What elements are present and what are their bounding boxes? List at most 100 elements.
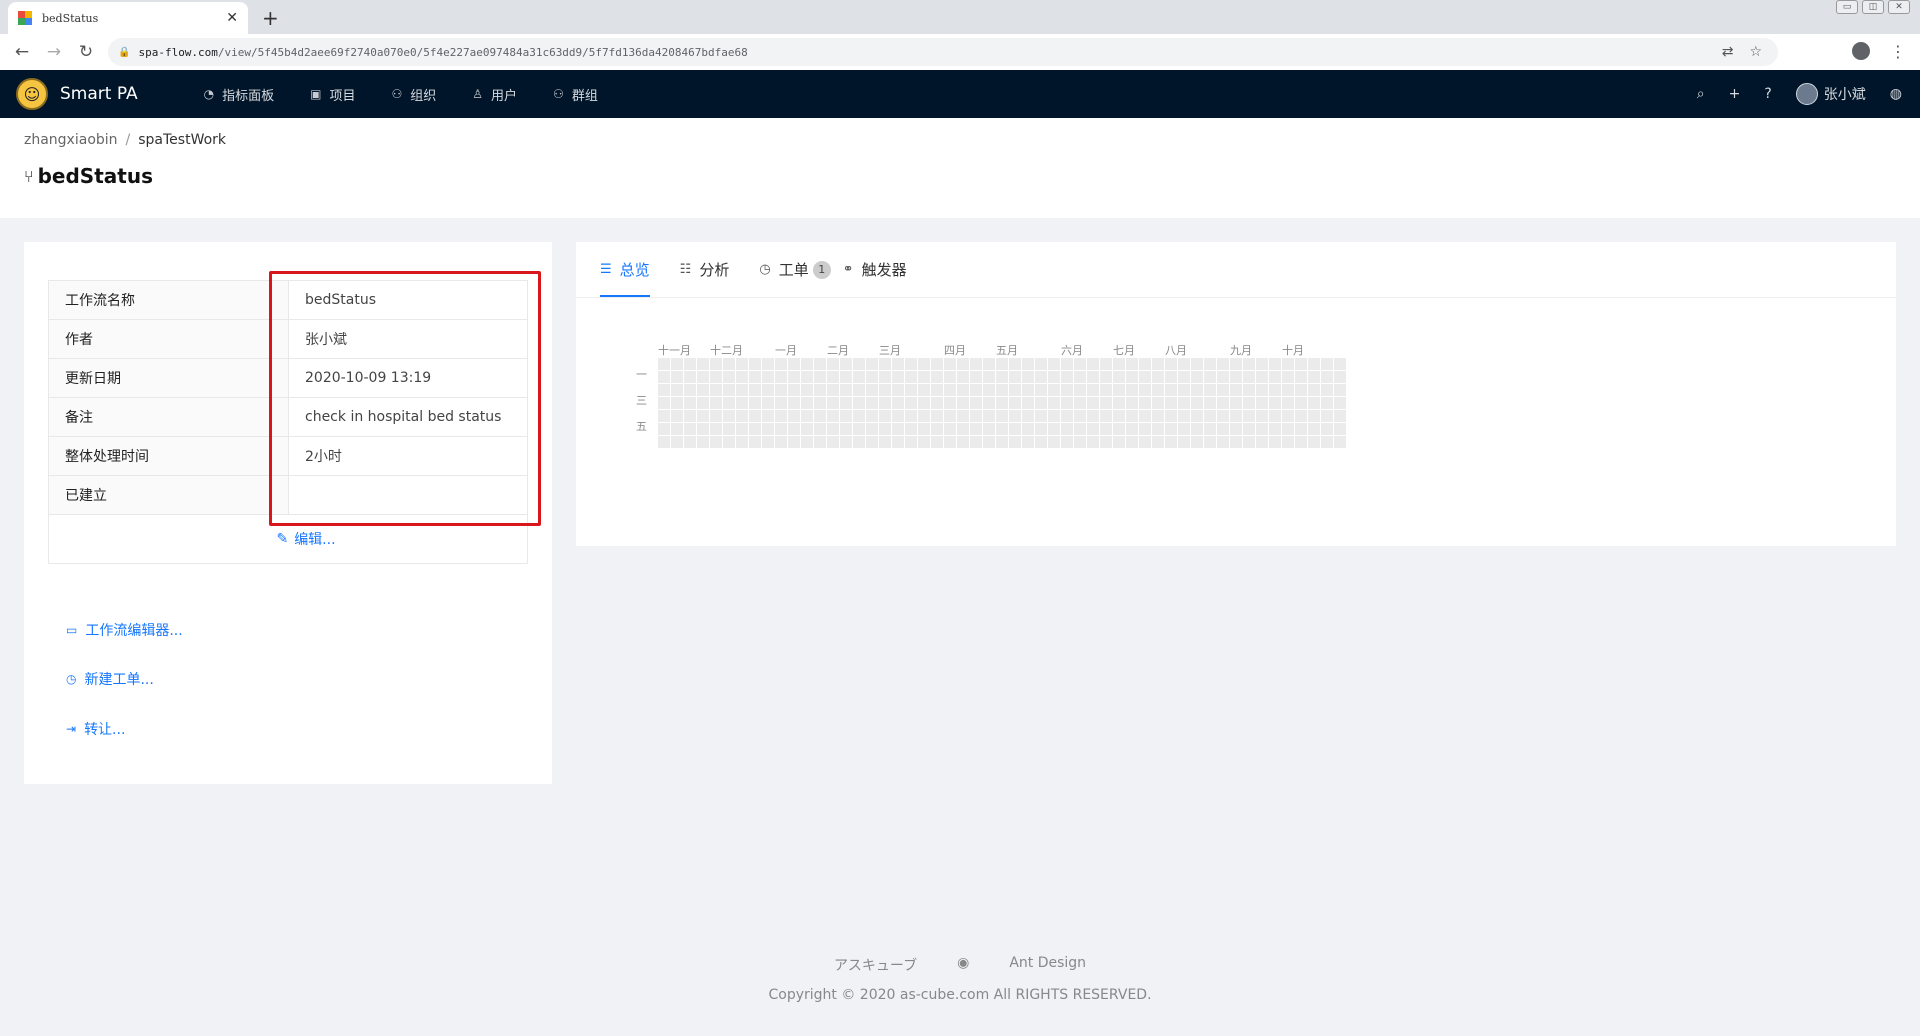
bookmark-star-icon[interactable]: ☆ bbox=[1749, 44, 1762, 60]
plus-icon[interactable]: + bbox=[1729, 86, 1741, 102]
forward-arrow-icon[interactable]: → bbox=[38, 42, 70, 62]
transfer-link[interactable]: ⇥ 转让... bbox=[66, 719, 125, 739]
menu-item-dashboard[interactable]: ◔ 指标面板 bbox=[186, 70, 293, 118]
heatmap-cell bbox=[983, 371, 995, 383]
new-ticket-link[interactable]: ◷ 新建工单... bbox=[66, 669, 154, 689]
restore-button[interactable]: ◫ bbox=[1862, 0, 1884, 14]
heatmap-cell bbox=[892, 384, 904, 396]
globe-icon[interactable]: ◍ bbox=[1890, 86, 1902, 102]
heatmap-cell bbox=[762, 358, 774, 370]
breadcrumb-current[interactable]: spaTestWork bbox=[138, 132, 226, 148]
heatmap-cell bbox=[1035, 397, 1047, 409]
heatmap-cell bbox=[1009, 397, 1021, 409]
heatmap-cell bbox=[775, 371, 787, 383]
tab-triggers[interactable]: ⚭ 触发器 bbox=[843, 242, 907, 297]
translate-icon[interactable]: ⇄ bbox=[1722, 44, 1734, 60]
heatmap-grid bbox=[658, 358, 1346, 448]
minimize-button[interactable]: ▭ bbox=[1836, 0, 1858, 14]
heatmap-cell bbox=[1139, 397, 1151, 409]
heatmap-cell bbox=[1009, 410, 1021, 422]
heatmap-cell bbox=[1113, 371, 1125, 383]
url-text[interactable]: spa-flow.com/view/5f45b4d2aee69f2740a070… bbox=[138, 46, 1721, 59]
heatmap-cell bbox=[996, 371, 1008, 383]
back-arrow-icon[interactable]: ← bbox=[6, 42, 38, 62]
heatmap-cell bbox=[931, 410, 943, 422]
heatmap-cell bbox=[775, 384, 787, 396]
edit-details-button[interactable]: ✎ 编辑... bbox=[49, 515, 527, 563]
heatmap-cell bbox=[1139, 423, 1151, 435]
heatmap-cell bbox=[931, 358, 943, 370]
heatmap-cell bbox=[1100, 384, 1112, 396]
ticket-count-badge: 1 bbox=[812, 260, 831, 279]
github-icon[interactable]: ◉ bbox=[957, 955, 969, 975]
heatmap-cell bbox=[1009, 358, 1021, 370]
app-logo-icon[interactable]: ☺ bbox=[16, 78, 48, 110]
tab-title: bedStatus bbox=[42, 11, 99, 25]
heatmap-cell bbox=[866, 371, 878, 383]
user-icon: ♙ bbox=[472, 87, 484, 101]
heatmap-cell bbox=[1152, 436, 1164, 448]
menu-item-projects[interactable]: ▣ 项目 bbox=[292, 70, 373, 118]
heatmap-cell bbox=[1269, 436, 1281, 448]
tab-overview[interactable]: ☰ 总览 bbox=[600, 242, 650, 297]
heatmap-cell bbox=[1061, 358, 1073, 370]
help-icon[interactable]: ? bbox=[1764, 86, 1771, 102]
new-tab-button[interactable]: + bbox=[262, 6, 279, 30]
heatmap-cell bbox=[866, 436, 878, 448]
heatmap-cell bbox=[1152, 410, 1164, 422]
month-label: 二月 bbox=[827, 344, 849, 357]
menu-item-groups[interactable]: ⚇ 群组 bbox=[535, 70, 616, 118]
heatmap-cell bbox=[918, 358, 930, 370]
branch-icon: ⑂ bbox=[24, 166, 34, 186]
heatmap-cell bbox=[1022, 423, 1034, 435]
heatmap-cell bbox=[1113, 397, 1125, 409]
month-label: 七月 bbox=[1113, 344, 1135, 357]
heatmap-cell bbox=[788, 410, 800, 422]
heatmap-cell bbox=[1256, 410, 1268, 422]
menu-item-organizations[interactable]: ⚇ 组织 bbox=[373, 70, 454, 118]
close-tab-icon[interactable]: ✕ bbox=[226, 10, 238, 26]
heatmap-cell bbox=[1165, 410, 1177, 422]
heatmap-cell bbox=[905, 371, 917, 383]
window-close-button[interactable]: ✕ bbox=[1888, 0, 1910, 14]
heatmap-cell bbox=[775, 436, 787, 448]
month-label: 十一月 bbox=[658, 344, 691, 357]
address-bar[interactable]: 🔒 spa-flow.com/view/5f45b4d2aee69f2740a0… bbox=[108, 38, 1778, 66]
reload-icon[interactable]: ↻ bbox=[70, 42, 102, 62]
table-row: 工作流名称 bedStatus bbox=[49, 281, 527, 320]
clock-icon: ◷ bbox=[759, 262, 771, 277]
search-icon[interactable]: ⌕ bbox=[1697, 86, 1705, 102]
heatmap-cell bbox=[866, 384, 878, 396]
user-menu[interactable]: 张小斌 bbox=[1795, 83, 1866, 105]
heatmap-cell bbox=[879, 358, 891, 370]
tab-tickets[interactable]: ◷ 工单 1 bbox=[759, 242, 831, 297]
breadcrumb-root[interactable]: zhangxiaobin bbox=[24, 132, 118, 148]
heatmap-cell bbox=[827, 423, 839, 435]
heatmap-cell bbox=[723, 384, 735, 396]
heatmap-cell bbox=[1152, 384, 1164, 396]
browser-tab[interactable]: bedStatus ✕ bbox=[8, 2, 248, 34]
heatmap-cell bbox=[1334, 384, 1346, 396]
workflow-editor-link[interactable]: ▭ 工作流编辑器... bbox=[66, 620, 183, 640]
brand-name[interactable]: Smart PA bbox=[60, 84, 138, 104]
heatmap-cell bbox=[918, 384, 930, 396]
heatmap-cell bbox=[1100, 436, 1112, 448]
menu-item-users[interactable]: ♙ 用户 bbox=[454, 70, 535, 118]
heatmap-cell bbox=[1009, 384, 1021, 396]
heatmap-cell bbox=[1295, 358, 1307, 370]
heatmap-cell bbox=[905, 436, 917, 448]
browser-menu-icon[interactable]: ⋮ bbox=[1890, 42, 1906, 61]
heatmap-cell bbox=[814, 410, 826, 422]
footer-link-antdesign[interactable]: Ant Design bbox=[1009, 955, 1086, 975]
heatmap-cell bbox=[1087, 384, 1099, 396]
heatmap-cell bbox=[1139, 410, 1151, 422]
tab-analysis[interactable]: ☷ 分析 bbox=[680, 242, 730, 297]
heatmap-cell bbox=[1048, 358, 1060, 370]
heatmap-cell bbox=[814, 358, 826, 370]
dashboard-icon: ◔ bbox=[203, 87, 215, 101]
heatmap-cell bbox=[736, 423, 748, 435]
profile-icon[interactable] bbox=[1852, 42, 1870, 60]
heatmap-cell bbox=[918, 371, 930, 383]
footer-link-ascube[interactable]: アスキューブ bbox=[834, 955, 917, 975]
heatmap-cell bbox=[1308, 371, 1320, 383]
